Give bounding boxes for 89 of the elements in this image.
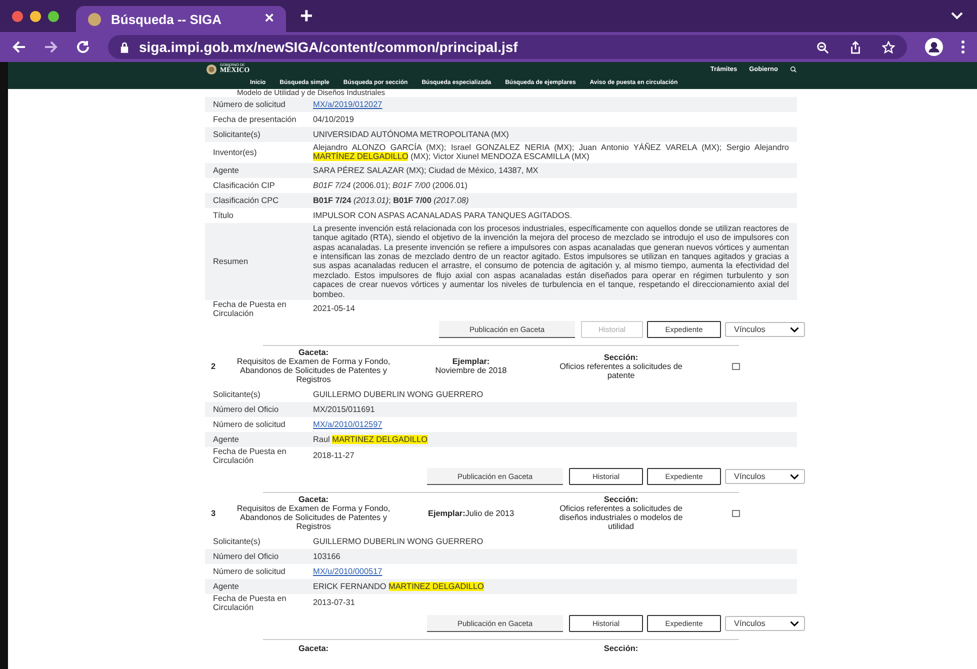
field-value: GUILLERMO DUBERLIN WONG GUERRERO <box>313 536 484 546</box>
tab-title: Búsqueda -- SIGA <box>111 12 223 26</box>
gaceta-text: Requisitos de Examen de Forma y Fondo, Abandonos de Solicitudes de Patentes y Registros <box>236 357 392 384</box>
ejemplar-text: Noviembre de 2018 <box>435 366 507 376</box>
result-number: 3 <box>211 508 217 518</box>
field-value: Alejandro ALONZO GARCÍA (MX); Israel GONZALEZ NERIA (MX); Juan Antonio YÁÑEZ VARELA (MX); Sergio Alejandro <box>313 143 789 152</box>
field-label: Agente <box>213 166 240 175</box>
application-link[interactable]: MX/a/2019/012027 <box>313 100 382 109</box>
reload-icon[interactable] <box>76 40 90 54</box>
application-link[interactable]: MX/u/2010/000517 <box>313 566 382 576</box>
field-label: Clasificación CIP <box>213 180 276 190</box>
field-value: 2021-05-14 <box>313 304 355 314</box>
lock-icon <box>120 42 129 52</box>
seccion-text: Oficios referentes a solicitudes de patente <box>558 362 684 380</box>
field-value: B01F 7/24 (2013.01); B01F 7/00 (2017.08) <box>313 196 469 205</box>
chevron-down-icon[interactable] <box>951 12 963 20</box>
share-icon[interactable] <box>849 40 862 54</box>
highlighted-text: MARTINEZ DELGADILLO <box>332 434 428 444</box>
close-tab-button[interactable]: × <box>264 10 274 28</box>
ejemplar-label: Ejemplar: <box>452 357 490 366</box>
links-dropdown[interactable]: Vínculos <box>725 469 805 484</box>
caret-icon <box>790 326 799 333</box>
maximize-window-icon[interactable] <box>48 10 59 22</box>
gaceta-label: Gaceta: <box>298 644 329 654</box>
field-label: Número del Oficio <box>213 405 280 414</box>
field-value: Raul <box>313 434 331 444</box>
field-value: ERICK FERNANDO <box>313 582 388 591</box>
address-bar[interactable]: siga.impi.gob.mx/newSIGA/content/common/principal.jsf <box>108 35 907 59</box>
seccion-label: Sección: <box>604 644 638 654</box>
field-label: Agente <box>213 435 240 444</box>
field-label: Solicitante(s) <box>213 390 262 400</box>
field-value: SARA PÉREZ SALAZAR (MX); Ciudad de México, 14387, MX <box>313 166 538 175</box>
field-label: Fecha de Puesta en Circulación <box>213 300 288 318</box>
links-dropdown[interactable]: Vínculos <box>725 322 805 338</box>
field-label: Clasificación CPC <box>213 196 280 205</box>
field-label: Fecha de presentación <box>213 115 298 124</box>
field-label: Solicitante(s) <box>213 130 262 139</box>
seal-icon <box>206 64 217 74</box>
field-label: Solicitante(s) <box>213 537 262 546</box>
field-label: Número de solicitud <box>213 100 286 109</box>
seccion-text: Oficios referentes a solicitudes de diseños industriales o modelos de utilidad <box>558 504 684 532</box>
field-value: MX/2015/011691 <box>313 404 375 414</box>
favicon-icon <box>88 12 101 26</box>
browser-tab[interactable]: Búsqueda -- SIGA × <box>76 6 286 32</box>
seccion-label: Sección: <box>604 352 638 362</box>
field-label: Agente <box>213 582 240 592</box>
field-value: 2018-11-27 <box>313 451 354 460</box>
close-window-icon[interactable] <box>12 10 23 22</box>
menu-icon[interactable] <box>961 40 965 54</box>
field-value: GUILLERMO DUBERLIN WONG GUERRERO <box>313 390 484 399</box>
caret-icon <box>790 474 799 480</box>
star-icon[interactable] <box>882 40 895 54</box>
ejemplar-text: Ejemplar:Julio de 2013 <box>428 508 514 518</box>
seccion-label: Sección: <box>604 495 638 504</box>
profile-icon[interactable] <box>925 38 943 56</box>
field-value: IMPULSOR CON ASPAS ACANALADAS PARA TANQUES AGITADOS. <box>313 210 572 220</box>
field-label: Número de solicitud <box>213 420 286 430</box>
field-label: Fecha de Puesta en Circulación <box>213 594 288 612</box>
caret-icon <box>790 620 799 627</box>
highlighted-text: MARTINEZ DELGADILLO <box>388 582 484 591</box>
field-label: Fecha de Puesta en Circulación <box>213 447 288 466</box>
field-value: (MX); Victor Xiunel MENDOZA ESCAMILLA (MX) <box>410 152 590 162</box>
field-value: 2013-07-31 <box>313 598 355 608</box>
links-dropdown[interactable]: Vínculos <box>725 616 805 632</box>
application-link[interactable]: MX/a/2010/012597 <box>313 420 382 429</box>
search-icon[interactable] <box>790 66 797 72</box>
gaceta-text: Requisitos de Examen de Forma y Fondo, Abandonos de Solicitudes de Patentes y Registros <box>236 504 392 532</box>
gaceta-label: Gaceta: <box>298 495 329 504</box>
back-icon[interactable] <box>12 40 26 54</box>
select-checkbox[interactable] <box>732 362 740 370</box>
forward-icon[interactable] <box>44 40 58 54</box>
field-value: La presente invención está relacionada con los procesos industriales, específicamente con aquellos donde se utilizan reactores de tanque agitado (RTA), siendo el objetivo de la invención la mejora del proceso de mezclado se introdujo el uso de impulsores con aspas acanaladas. La presente invención se refiere a impulsores con aspas acanaladas que generan nuevos vórtices y aumentan e intensifican las zonas de mezclado dentro de un reactor agitado. Estos impulsores se utilizan en tanques agitados y gracias a sus aspas acanaladas reducen el arrastre, el consumo de potencia de agitación y, al mismo tiempo, aumenta la efectividad del mezclado. Estos impulsores de flujo axial con aspas acanaladas están diseñados para operar en régimen turbulento y son capaces de crear nuevos vórtices y aumentar los niveles de turbulencia en el tanque, respetando el direccionamiento axial del bombeo. <box>313 224 789 299</box>
highlighted-text: MARTÍNEZ DELGADILLO <box>313 152 408 162</box>
field-value: 103166 <box>313 552 340 561</box>
zoom-icon[interactable] <box>816 40 829 54</box>
url-text: siga.impi.gob.mx/newSIGA/content/common/principal.jsf <box>139 39 518 55</box>
field-label: Número del Oficio <box>213 552 280 562</box>
select-checkbox[interactable] <box>732 510 740 517</box>
minimize-window-icon[interactable] <box>30 10 41 22</box>
field-label: Título <box>213 210 234 220</box>
field-value: 04/10/2019 <box>313 114 354 124</box>
field-value: UNIVERSIDAD AUTÓNOMA METROPOLITANA (MX) <box>313 130 509 139</box>
field-label: Inventor(es) <box>213 148 258 157</box>
field-label: Número de solicitud <box>213 567 286 576</box>
new-tab-button[interactable]: + <box>300 3 313 29</box>
field-label: Resumen <box>213 256 250 266</box>
gaceta-label: Gaceta: <box>298 348 329 358</box>
field-value: B01F 7/24 (2006.01); B01F 7/00 (2006.01) <box>313 180 468 190</box>
result-number: 2 <box>211 362 217 371</box>
